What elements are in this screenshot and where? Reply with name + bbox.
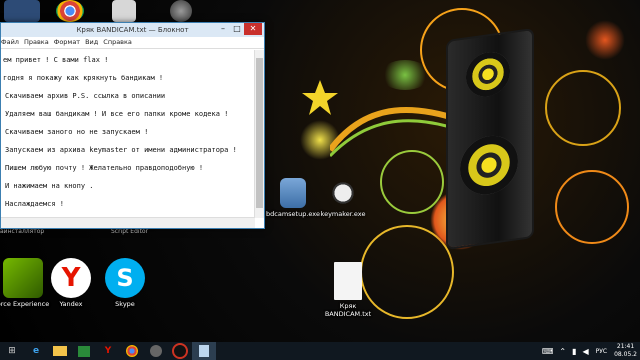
notepad-title: Кряк BANDICAM.txt — Блокнот xyxy=(76,26,189,34)
wallpaper-dot xyxy=(585,20,625,60)
text-line: ем привет ! С вами flax ! xyxy=(3,56,109,64)
network-icon[interactable]: ▮ xyxy=(569,347,579,356)
desktop-icon-label: orce Experience xyxy=(0,300,50,308)
keyboard-icon[interactable]: ⌨ xyxy=(539,347,557,356)
notepad-window[interactable]: Кряк BANDICAM.txt — Блокнот – □ ✕ Файл П… xyxy=(0,22,265,229)
taskbar: ⊞ e Y ⌨ ⌃ ▮ ◀ РУС 21:41 08.05.2 xyxy=(0,342,640,360)
top-icon-1[interactable] xyxy=(4,0,40,22)
text-line: Скачиваем архив P.S. ссылка в описании xyxy=(5,92,166,100)
chrome-taskbar-icon[interactable] xyxy=(120,342,144,360)
text-line: И нажимаем на кнопу . xyxy=(5,182,94,190)
menu-view[interactable]: Вид xyxy=(85,37,98,48)
volume-icon[interactable]: ◀ xyxy=(579,347,591,356)
notepad-titlebar[interactable]: Кряк BANDICAM.txt — Блокнот – □ ✕ xyxy=(1,23,264,37)
desktop-icon-yandex[interactable]: Y Yandex xyxy=(44,258,98,308)
notepad-text-area[interactable]: ем привет ! С вами flax ! годня я покажу… xyxy=(1,50,255,218)
clock-date: 08.05.2 xyxy=(614,351,637,358)
wallpaper-ring xyxy=(555,170,629,244)
store-icon[interactable] xyxy=(72,342,96,360)
scrollbar-thumb[interactable] xyxy=(256,58,263,208)
top-icon-4[interactable] xyxy=(170,0,192,22)
text-file-icon xyxy=(334,262,362,300)
yandex-taskbar-icon[interactable]: Y xyxy=(96,342,120,360)
desktop-icon-label: Yandex xyxy=(59,300,83,308)
minimize-button[interactable]: – xyxy=(216,23,230,35)
record-taskbar-icon[interactable] xyxy=(168,342,192,360)
maximize-button[interactable]: □ xyxy=(230,23,244,35)
explorer-icon[interactable] xyxy=(48,342,72,360)
wallpaper-speaker xyxy=(448,30,532,248)
clock-time: 21:41 xyxy=(616,343,635,350)
text-line: годня я покажу как крякнуть бандикам ! xyxy=(3,74,164,82)
horizontal-scrollbar[interactable] xyxy=(1,217,255,228)
chrome-icon[interactable] xyxy=(56,0,84,22)
top-icon-3[interactable] xyxy=(112,0,136,22)
window-controls: – □ ✕ xyxy=(216,23,262,37)
behind-notepad-label: Script Editor xyxy=(111,228,149,235)
text-line: Наслаждаемся ! xyxy=(5,200,65,208)
wallpaper-swirl xyxy=(330,107,460,158)
notepad-menubar: Файл Правка Формат Вид Справка xyxy=(1,37,264,49)
desktop: Script Editor аинсталлятор Кряк BANDICAM… xyxy=(0,0,640,342)
start-button[interactable]: ⊞ xyxy=(0,342,24,360)
desktop-icon-keymaker[interactable]: keymaker.exe xyxy=(316,178,370,218)
menu-help[interactable]: Справка xyxy=(103,37,132,48)
text-line: Удаляем ваш бандикам ! И все его папки к… xyxy=(5,110,229,118)
wallpaper-dot xyxy=(380,60,430,90)
desktop-icon-txt-file[interactable]: Кряк BANDICAM.txt xyxy=(320,262,376,318)
notepad-taskbar-icon[interactable] xyxy=(192,342,216,360)
text-line: Скачиваем заного но не запускаем ! xyxy=(5,128,149,136)
keymaker-icon xyxy=(328,178,358,208)
yandex-icon: Y xyxy=(51,258,91,298)
nvidia-icon xyxy=(3,258,43,298)
desktop-icon-label: Skype xyxy=(115,300,135,308)
desktop-icon-label: bdcamsetup.exe xyxy=(266,210,320,218)
menu-format[interactable]: Формат xyxy=(54,37,80,48)
installer-icon xyxy=(280,178,306,208)
desktop-icon-skype[interactable]: S Skype xyxy=(98,258,152,308)
menu-edit[interactable]: Правка xyxy=(24,37,49,48)
tray-arrow-icon[interactable]: ⌃ xyxy=(556,347,569,356)
clock[interactable]: 21:41 08.05.2 xyxy=(611,343,640,359)
text-line: Запускаем из архива keymaster от имени а… xyxy=(5,146,237,154)
ie-icon[interactable]: e xyxy=(24,342,48,360)
desktop-icon-bdcamsetup[interactable]: bdcamsetup.exe xyxy=(266,178,320,218)
wallpaper-ring xyxy=(545,70,621,146)
close-button[interactable]: ✕ xyxy=(244,23,262,35)
system-tray: ⌨ ⌃ ▮ ◀ РУС 21:41 08.05.2 xyxy=(539,342,640,360)
desktop-icon-label: Кряк BANDICAM.txt xyxy=(324,302,372,318)
desktop-icon-nvidia[interactable]: orce Experience xyxy=(0,258,50,308)
left-label-fragment: аинсталлятор xyxy=(0,228,45,235)
language-indicator[interactable]: РУС xyxy=(592,348,611,355)
vertical-scrollbar[interactable] xyxy=(254,50,264,218)
menu-file[interactable]: Файл xyxy=(1,37,19,48)
skype-icon: S xyxy=(105,258,145,298)
text-line: Пишем любую почту ! Желательно правдопод… xyxy=(5,164,204,172)
desktop-icon-label: keymaker.exe xyxy=(320,210,366,218)
game-taskbar-icon[interactable] xyxy=(144,342,168,360)
